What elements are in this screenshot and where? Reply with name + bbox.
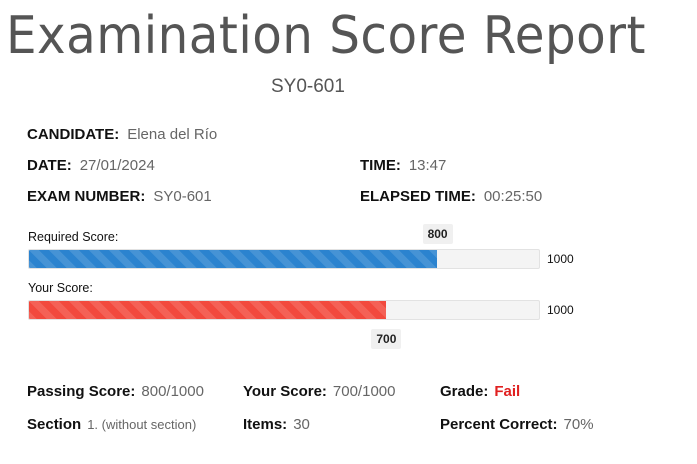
section-field: Section 1. (without section) <box>27 416 196 433</box>
section-value: 1. (without section) <box>87 417 197 432</box>
required-score-bar <box>28 249 540 269</box>
grade-value: Fail <box>494 383 521 400</box>
candidate-field: CANDIDATE: Elena del Río <box>27 126 217 143</box>
time-value: 13:47 <box>408 157 447 174</box>
your-score-fill <box>29 301 386 319</box>
grade-field: Grade: Fail <box>440 383 520 400</box>
items-value: 30 <box>293 416 310 433</box>
candidate-value: Elena del Río <box>127 126 218 143</box>
your-score-bar-label: Your Score: <box>28 281 93 295</box>
required-score-max: 1000 <box>547 252 574 266</box>
your-score-bubble: 700 <box>371 329 402 349</box>
exam-number-value: SY0-601 <box>153 188 212 205</box>
exam-number-field: EXAM NUMBER: SY0-601 <box>27 188 212 205</box>
required-score-label: Required Score: <box>28 230 119 244</box>
candidate-label: CANDIDATE: <box>27 126 120 143</box>
passing-score-value: 800/1000 <box>141 383 204 400</box>
passing-score-field: Passing Score: 800/1000 <box>27 383 204 400</box>
time-label: TIME: <box>360 157 401 174</box>
elapsed-time-field: ELAPSED TIME: 00:25:50 <box>360 188 542 205</box>
items-label: Items: <box>243 416 288 433</box>
date-label: DATE: <box>27 157 72 174</box>
page-title: Examination Score Report <box>6 6 646 66</box>
your-score-max: 1000 <box>547 303 574 317</box>
exam-number-label: EXAM NUMBER: <box>27 188 146 205</box>
date-field: DATE: 27/01/2024 <box>27 157 155 174</box>
section-label: Section <box>27 416 82 433</box>
required-score-fill <box>29 250 437 268</box>
percent-correct-label: Percent Correct: <box>440 416 558 433</box>
your-score-label: Your Score: <box>243 383 327 400</box>
your-score-bar <box>28 300 540 320</box>
elapsed-time-label: ELAPSED TIME: <box>360 188 476 205</box>
date-value: 27/01/2024 <box>79 157 155 174</box>
required-score-bubble: 800 <box>422 224 453 244</box>
time-field: TIME: 13:47 <box>360 157 446 174</box>
your-score-value: 700/1000 <box>332 383 396 400</box>
grade-label: Grade: <box>440 383 489 400</box>
passing-score-label: Passing Score: <box>27 383 136 400</box>
elapsed-time-value: 00:25:50 <box>483 188 543 205</box>
percent-correct-value: 70% <box>563 416 594 433</box>
percent-correct-field: Percent Correct: 70% <box>440 416 594 433</box>
items-field: Items: 30 <box>243 416 310 433</box>
your-score-field: Your Score: 700/1000 <box>243 383 395 400</box>
score-report-page: Examination Score Report SY0-601 CANDIDA… <box>0 0 697 464</box>
exam-code-subtitle: SY0-601 <box>271 76 345 97</box>
